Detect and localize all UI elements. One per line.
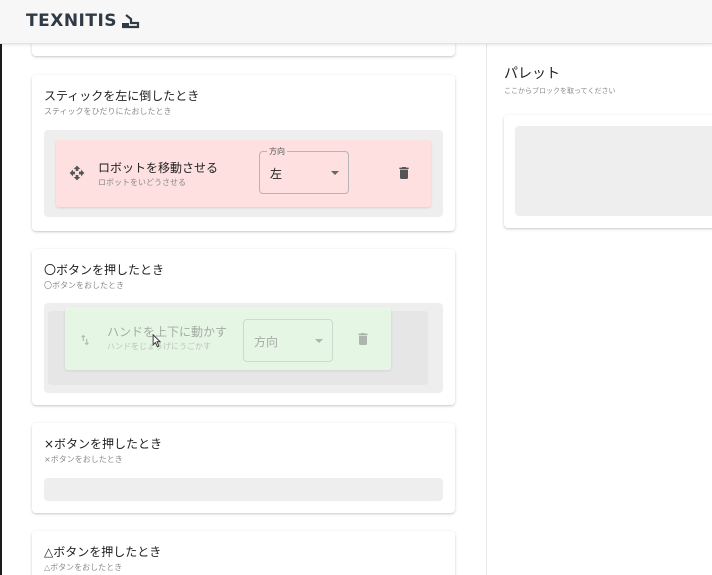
select-value: 方向 [254,335,279,349]
palette-card [504,115,712,228]
mouse-cursor-icon [152,334,162,348]
section-title: △ボタンを押したとき [44,545,162,559]
move-icon[interactable] [69,165,85,181]
block-dropzone[interactable]: ロボットを移動させる ロボットをいどうさせる 方向 左 [44,130,443,217]
section-subtitle: ×ボタンをおしたとき [44,455,123,464]
palette-title: パレット [504,66,560,82]
move-robot-block[interactable]: ロボットを移動させる ロボットをいどうさせる 方向 左 [56,140,431,207]
section-card: 〇ボタンを押したとき 〇ボタンをおしたとき ハンドを上下に動かす ハンドをじょう… [32,249,455,405]
block-title: ハンドを上下に動かす [107,325,228,339]
block-dropzone[interactable]: ハンドを上下に動かす ハンドをじょうげにうごかす 方向 [44,303,443,393]
hand-up-down-block[interactable]: ハンドを上下に動かす ハンドをじょうげにうごかす 方向 [65,307,391,370]
direction-select[interactable]: 方向 左 [259,146,349,194]
section-subtitle: スティックをひだりにたおしたとき [44,107,172,116]
palette-block-area[interactable] [515,126,712,216]
section-title: ×ボタンを押したとき [44,437,163,451]
palette-subtitle: ここからブロックを取ってください [504,87,616,95]
swap-vert-icon[interactable] [78,333,92,347]
chevron-down-icon [315,339,323,343]
logo[interactable]: TEXNITIS [26,11,140,31]
select-label: 方向 [267,146,287,157]
block-subtitle: ロボットをいどうさせる [98,178,186,187]
robot-logo-icon [122,14,140,29]
section-subtitle: △ボタンをおしたとき [44,563,123,572]
chevron-down-icon [331,171,339,175]
window-edge [0,44,2,575]
delete-icon[interactable] [396,165,412,181]
section-title: スティックを左に倒したとき [44,89,200,103]
section-card: スティックを左に倒したとき スティックをひだりにたおしたとき ロボットを移動させ… [32,75,455,231]
section-card: ×ボタンを押したとき ×ボタンをおしたとき [32,423,455,513]
delete-icon[interactable] [355,331,371,347]
section-subtitle: 〇ボタンをおしたとき [44,281,124,290]
select-value: 左 [270,167,283,181]
section-card: △ボタンを押したとき △ボタンをおしたとき [32,531,455,575]
block-title: ロボットを移動させる [98,161,219,175]
direction-select[interactable]: 方向 [243,319,333,362]
app-header: TEXNITIS [0,0,712,44]
logo-text: TEXNITIS [26,11,118,31]
section-title: 〇ボタンを押したとき [44,263,165,277]
block-dropzone[interactable] [44,478,443,501]
